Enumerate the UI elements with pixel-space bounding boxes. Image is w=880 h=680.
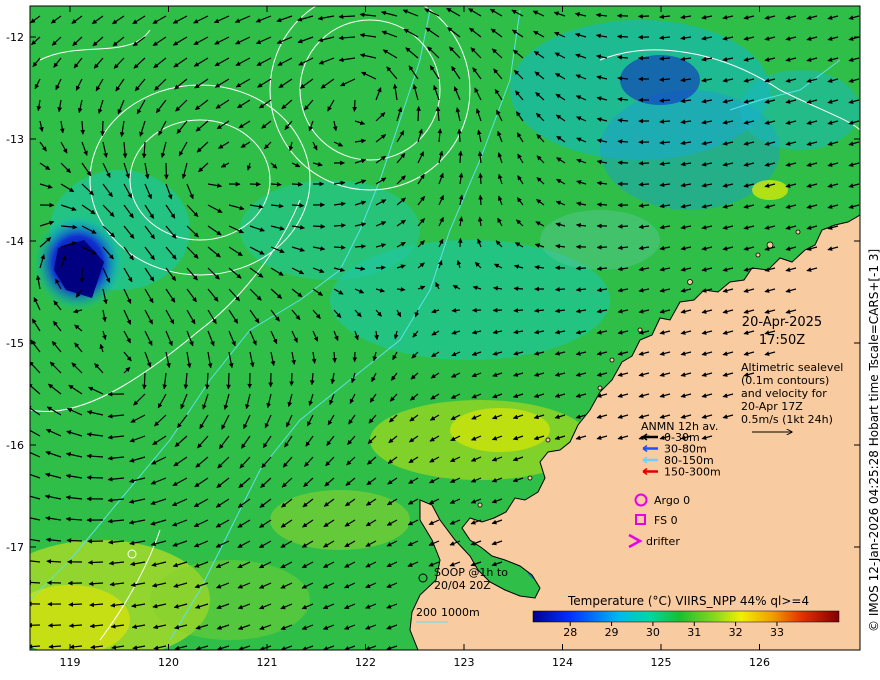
svg-text:(0.1m contours): (0.1m contours) — [741, 374, 829, 387]
velocity-arrow — [87, 560, 104, 565]
velocity-arrow — [457, 128, 462, 143]
velocity-arrow — [333, 245, 346, 250]
velocity-arrow — [638, 182, 650, 187]
velocity-arrow — [291, 203, 305, 208]
velocity-arrow — [289, 372, 295, 387]
velocity-arrow — [66, 538, 83, 543]
velocity-arrow — [472, 307, 482, 313]
colorbar-tick-label: 30 — [646, 626, 660, 639]
velocity-arrow — [457, 237, 463, 248]
velocity-arrow — [142, 372, 147, 390]
x-tick-label: 121 — [257, 656, 278, 669]
svg-text:and velocity for: and velocity for — [741, 387, 827, 400]
velocity-arrow — [451, 307, 461, 313]
velocity-arrow — [163, 162, 169, 180]
velocity-arrow — [47, 622, 62, 628]
velocity-arrow — [638, 13, 650, 19]
svg-text:20/04 20Z: 20/04 20Z — [434, 579, 491, 592]
velocity-arrow — [338, 14, 356, 19]
velocity-arrow — [596, 244, 608, 250]
colorbar-tick-label: 29 — [605, 626, 619, 639]
y-tick-label: -14 — [6, 235, 24, 248]
velocity-arrow — [575, 265, 587, 271]
svg-text:Altimetric sealevel: Altimetric sealevel — [741, 361, 843, 374]
anmn-legend-label: 150-300m — [664, 466, 721, 479]
velocity-arrow — [270, 182, 282, 187]
svg-text:Argo 0: Argo 0 — [654, 494, 690, 507]
ocean-temperature-map: 119 120 121 122 123 124 125 126 -12 -13 -14 -15 -16… — [6, 5, 880, 669]
y-tick-label: -16 — [6, 439, 24, 452]
date-label: 20-Apr-2025 — [742, 315, 822, 330]
x-tick-label: 125 — [651, 656, 672, 669]
velocity-arrow — [68, 602, 83, 607]
x-tick-label: 126 — [749, 656, 770, 669]
svg-text:SOOP @1h to: SOOP @1h to — [434, 566, 508, 579]
velocity-arrow — [291, 181, 303, 187]
svg-text:FS 0: FS 0 — [654, 514, 678, 527]
colorbar-title: Temperature (°C) VIIRS_NPP 44% ql>=4 — [567, 594, 809, 608]
side-credit: © IMOS 12-Jan-2026 04:25:28 Hobart time … — [867, 249, 880, 632]
velocity-arrow — [638, 160, 650, 166]
velocity-arrow — [86, 475, 104, 480]
svg-text:drifter: drifter — [646, 535, 680, 548]
x-tick-label: 124 — [552, 656, 573, 669]
svg-text:1000m: 1000m — [441, 606, 480, 619]
velocity-arrow — [312, 224, 326, 229]
velocity-arrow — [513, 286, 524, 292]
velocity-arrow — [375, 265, 386, 271]
colorbar-tick-label: 28 — [563, 626, 577, 639]
velocity-arrow — [30, 580, 41, 585]
velocity-arrow — [478, 194, 484, 206]
velocity-arrow — [226, 372, 231, 390]
x-tick-label: 123 — [454, 656, 475, 669]
x-tick-label: 119 — [60, 656, 81, 669]
velocity-arrow — [617, 139, 629, 144]
y-tick-label: -15 — [6, 337, 24, 350]
velocity-arrow — [617, 224, 629, 229]
velocity-arrow — [396, 286, 406, 292]
velocity-arrow — [513, 308, 524, 313]
y-tick-label: -13 — [6, 133, 24, 146]
colorbar-tick-label: 31 — [687, 626, 701, 639]
velocity-arrow — [100, 120, 106, 137]
svg-text:0.5m/s (1kt 24h): 0.5m/s (1kt 24h) — [741, 413, 833, 426]
svg-text:20-Apr 17Z: 20-Apr 17Z — [741, 400, 803, 413]
velocity-arrow — [458, 150, 463, 164]
x-tick-label: 120 — [158, 656, 179, 669]
time-label: 17:50Z — [759, 333, 805, 348]
colorbar-tick-label: 33 — [770, 626, 784, 639]
colorbar-tick-label: 32 — [729, 626, 743, 639]
y-tick-label: -17 — [6, 541, 24, 554]
velocity-arrow — [492, 307, 503, 313]
colorbar-gradient — [532, 610, 840, 623]
velocity-arrow — [596, 202, 608, 208]
x-tick-label: 122 — [355, 656, 376, 669]
velocity-arrow — [554, 286, 566, 292]
y-tick-label: -12 — [6, 31, 24, 44]
velocity-arrow — [416, 106, 421, 122]
velocity-arrow — [478, 172, 483, 185]
velocity-arrow — [617, 160, 629, 166]
velocity-arrow — [617, 34, 629, 40]
svg-text:200: 200 — [416, 606, 437, 619]
velocity-arrow — [333, 223, 346, 228]
velocity-arrow — [352, 99, 358, 112]
